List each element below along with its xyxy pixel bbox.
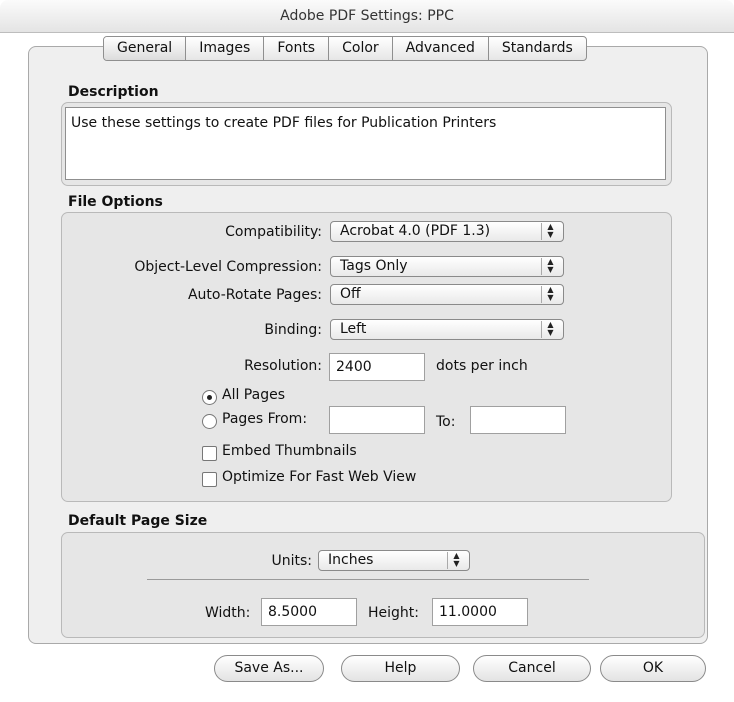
resolution-input[interactable]: 2400 xyxy=(329,353,425,381)
binding-value: Left xyxy=(340,321,367,337)
units-popup[interactable]: Inches ▲ ▼ xyxy=(318,550,470,571)
page-size-label: Default Page Size xyxy=(68,513,208,529)
tab-general[interactable]: General xyxy=(104,37,186,60)
resolution-unit: dots per inch xyxy=(436,358,528,374)
tab-color[interactable]: Color xyxy=(328,37,392,60)
tab-standards[interactable]: Standards xyxy=(487,37,586,60)
page-size-group xyxy=(61,532,705,638)
pages-from-input[interactable] xyxy=(329,406,425,434)
tab-fonts[interactable]: Fonts xyxy=(263,37,328,60)
all-pages-label: All Pages xyxy=(222,387,285,403)
file-options-label: File Options xyxy=(68,194,163,210)
up-down-arrows-icon: ▲ ▼ xyxy=(541,321,559,338)
up-down-arrows-icon: ▲ ▼ xyxy=(447,552,465,569)
auto-rotate-value: Off xyxy=(340,286,361,302)
description-textarea[interactable]: Use these settings to create PDF files f… xyxy=(65,107,666,180)
height-value: 11.0000 xyxy=(439,604,497,620)
height-input[interactable]: 11.0000 xyxy=(432,598,528,626)
title-bar: Adobe PDF Settings: PPC xyxy=(0,0,734,33)
optimize-web-label: Optimize For Fast Web View xyxy=(222,469,417,485)
resolution-value: 2400 xyxy=(336,359,372,375)
description-label: Description xyxy=(68,84,159,100)
resolution-label: Resolution: xyxy=(244,358,322,374)
cancel-button[interactable]: Cancel xyxy=(473,655,591,682)
pages-from-radio[interactable] xyxy=(202,414,217,429)
compression-popup[interactable]: Tags Only ▲ ▼ xyxy=(330,256,564,277)
compression-value: Tags Only xyxy=(340,258,408,274)
embed-thumbnails-label: Embed Thumbnails xyxy=(222,443,357,459)
compression-label: Object-Level Compression: xyxy=(134,259,322,275)
pages-to-label: To: xyxy=(436,414,456,430)
embed-thumbnails-checkbox[interactable] xyxy=(202,446,217,461)
width-value: 8.5000 xyxy=(268,604,317,620)
width-label: Width: xyxy=(205,605,251,621)
tab-advanced[interactable]: Advanced xyxy=(391,37,488,60)
up-down-arrows-icon: ▲ ▼ xyxy=(541,223,559,240)
height-label: Height: xyxy=(368,605,419,621)
auto-rotate-popup[interactable]: Off ▲ ▼ xyxy=(330,284,564,305)
compatibility-value: Acrobat 4.0 (PDF 1.3) xyxy=(340,223,491,239)
binding-popup[interactable]: Left ▲ ▼ xyxy=(330,319,564,340)
auto-rotate-label: Auto-Rotate Pages: xyxy=(187,287,322,303)
binding-label: Binding: xyxy=(264,322,322,338)
ok-button[interactable]: OK xyxy=(600,655,706,682)
compatibility-popup[interactable]: Acrobat 4.0 (PDF 1.3) ▲ ▼ xyxy=(330,221,564,242)
pages-to-input[interactable] xyxy=(470,406,566,434)
units-label: Units: xyxy=(271,553,312,569)
pages-from-label: Pages From: xyxy=(222,411,308,427)
tab-images[interactable]: Images xyxy=(185,37,263,60)
save-as-button[interactable]: Save As... xyxy=(214,655,324,682)
up-down-arrows-icon: ▲ ▼ xyxy=(541,258,559,275)
units-value: Inches xyxy=(328,552,374,568)
width-input[interactable]: 8.5000 xyxy=(261,598,357,626)
help-button[interactable]: Help xyxy=(341,655,460,682)
compatibility-label: Compatibility: xyxy=(225,224,322,240)
up-down-arrows-icon: ▲ ▼ xyxy=(541,286,559,303)
optimize-web-checkbox[interactable] xyxy=(202,472,217,487)
all-pages-radio[interactable] xyxy=(202,390,217,405)
description-text: Use these settings to create PDF files f… xyxy=(71,115,497,131)
tab-bar: General Images Fonts Color Advanced Stan… xyxy=(103,36,587,61)
separator xyxy=(147,579,589,580)
window-title: Adobe PDF Settings: PPC xyxy=(280,8,454,24)
